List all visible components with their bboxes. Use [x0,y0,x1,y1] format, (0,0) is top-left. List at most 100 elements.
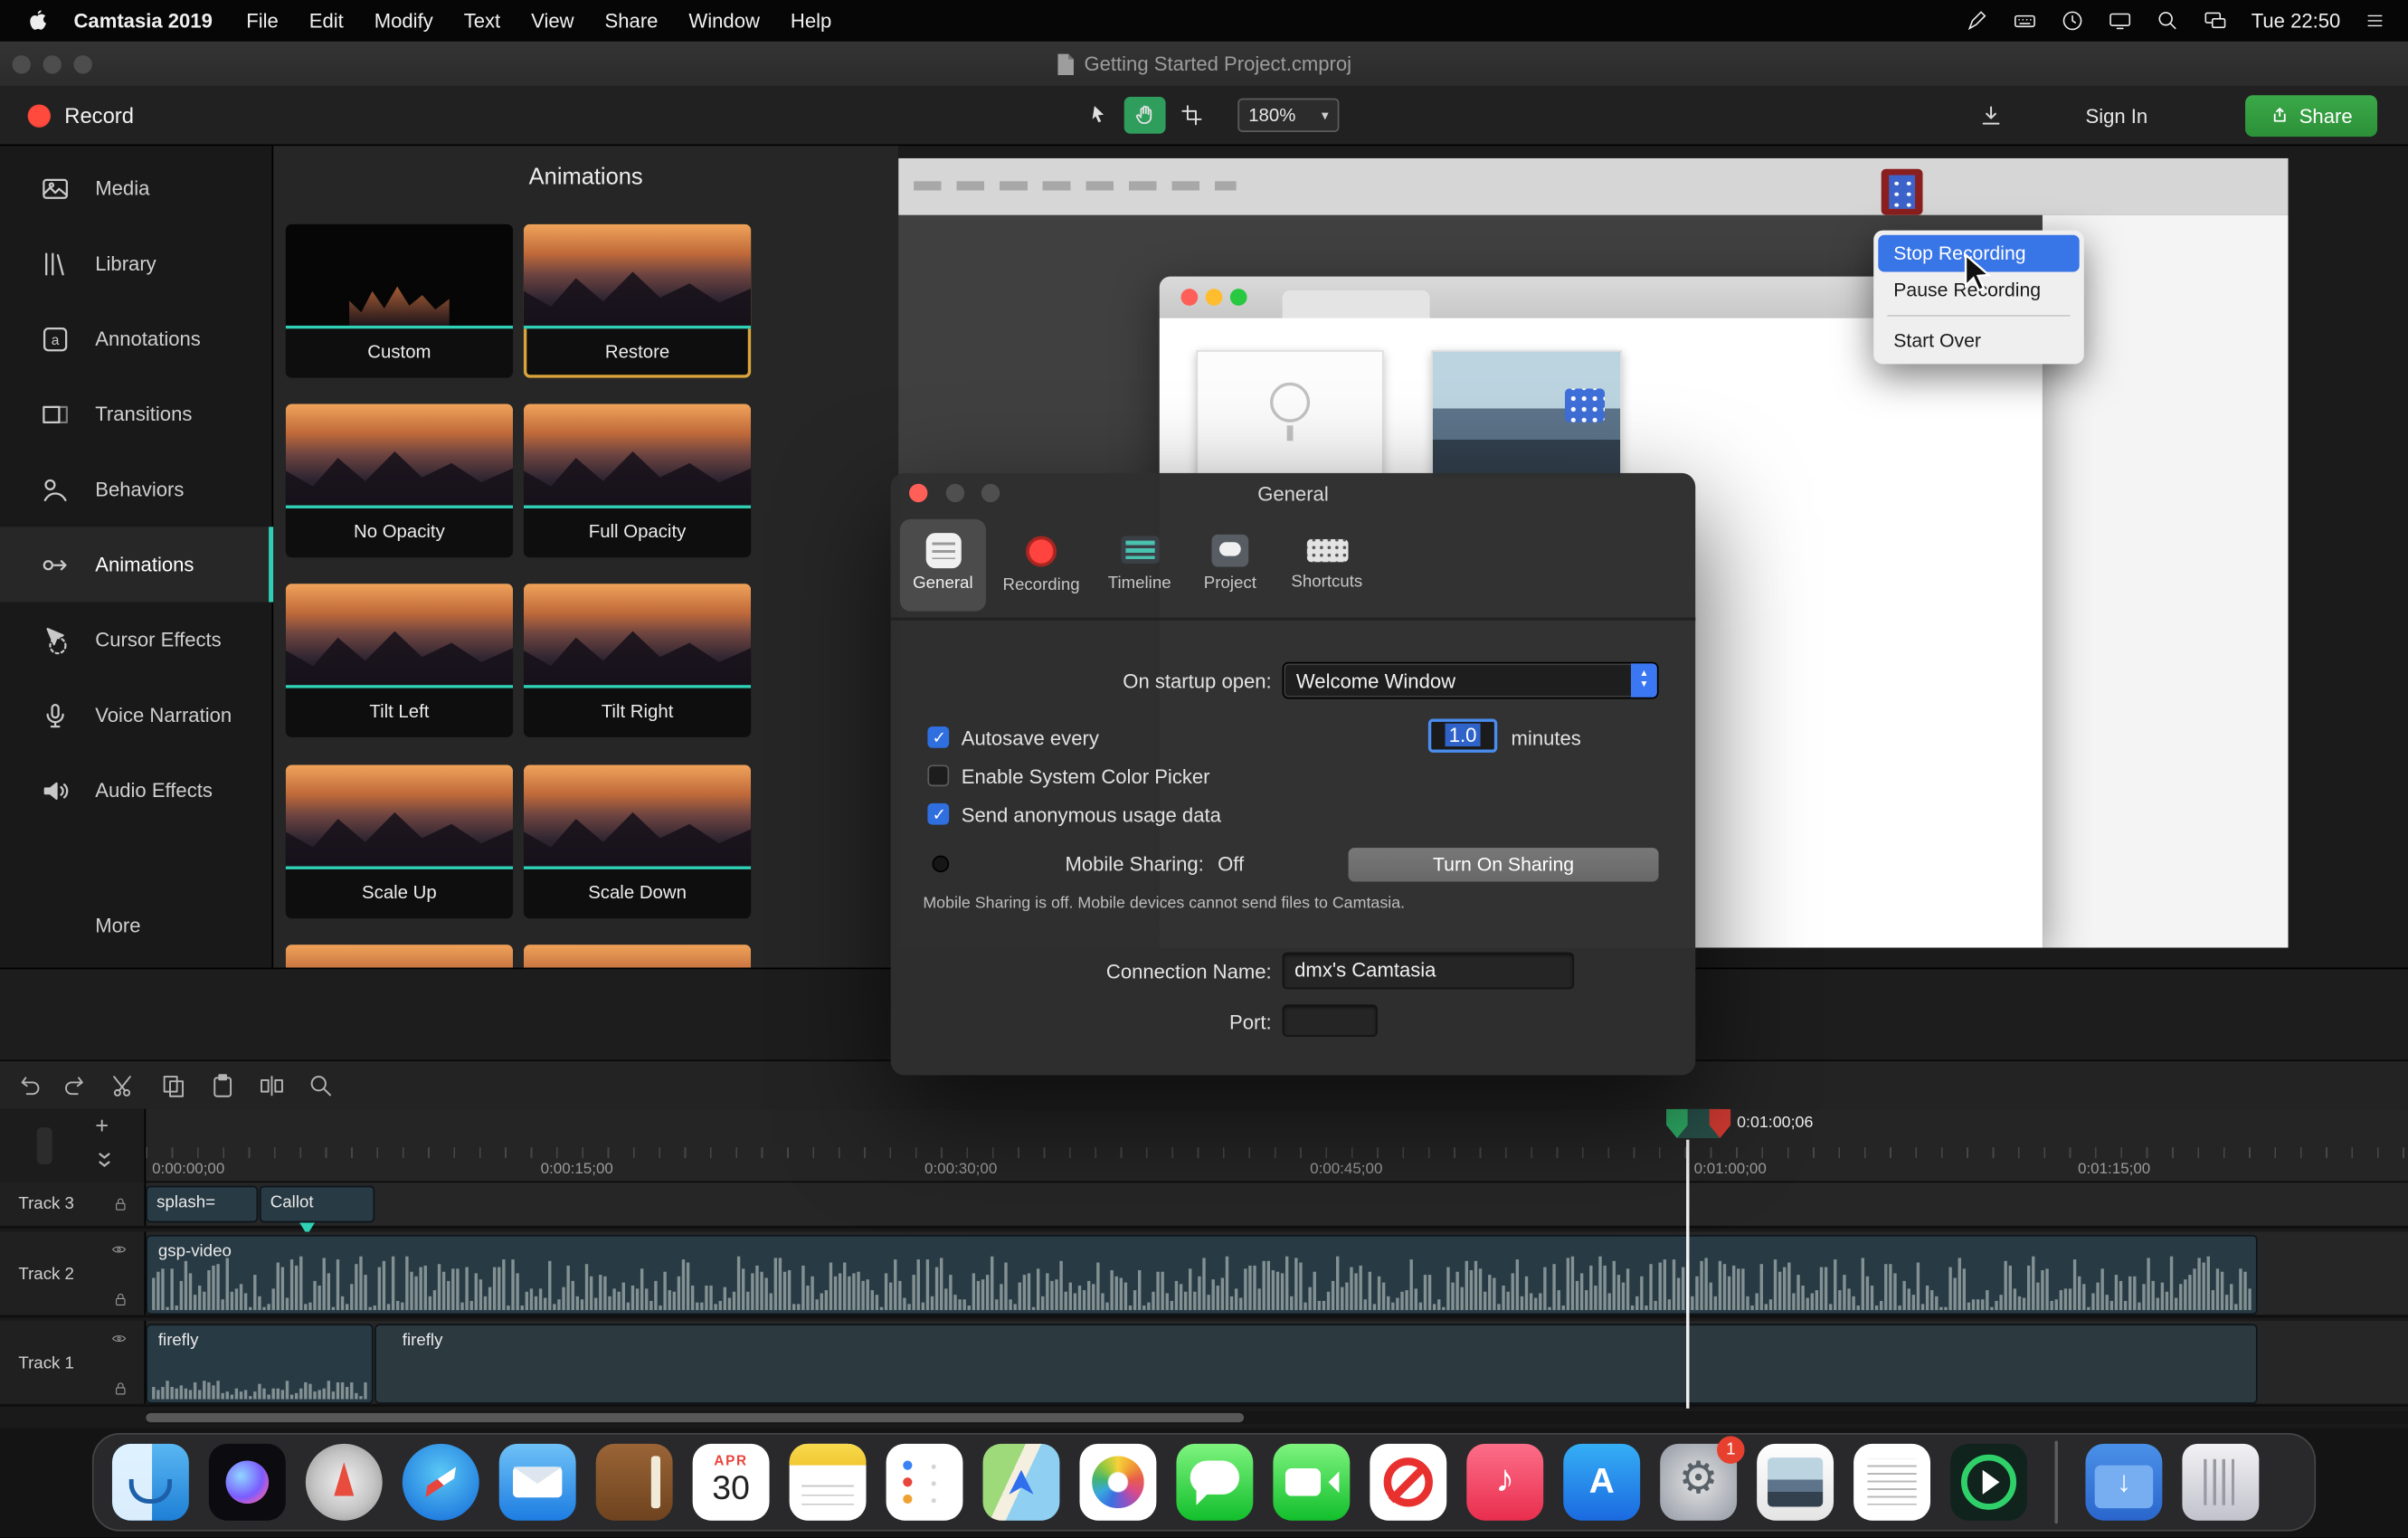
port-input[interactable] [1283,1004,1378,1037]
menu-modify[interactable]: Modify [359,9,449,32]
animation-tile-tilt-left[interactable]: Tilt Left [286,584,513,737]
lock-icon[interactable] [112,1290,129,1308]
animation-tile-tilt-right[interactable]: Tilt Right [524,584,751,737]
sidebar-item-voice-narration[interactable]: Voice Narration [0,678,273,753]
dock-music-icon[interactable] [1466,1444,1543,1521]
animation-tile-scale-down[interactable]: Scale Down [524,764,751,918]
connection-name-input[interactable]: dmx's Camtasia [1283,953,1575,990]
dock-calendar-icon[interactable]: APR30 [693,1444,770,1521]
menubar-clock[interactable]: Tue 22:50 [2252,9,2341,32]
menu-window[interactable]: Window [673,9,774,32]
sign-in-button[interactable]: Sign In [2085,104,2147,127]
animation-tile-custom[interactable]: Custom [286,224,513,378]
autosave-checkbox[interactable] [927,726,949,748]
redo-button[interactable] [62,1072,90,1100]
recording-status-icon[interactable] [1882,169,1923,215]
dock-textedit-icon[interactable] [1853,1444,1930,1521]
menu-edit[interactable]: Edit [294,9,359,32]
sidebar-item-more[interactable]: More [0,902,273,948]
sidebar-item-audio-effects[interactable]: Audio Effects [0,753,273,828]
clip-gsp-video[interactable]: gsp-video [146,1235,2257,1315]
tab-general[interactable]: General [900,519,986,612]
dock-notes-icon[interactable] [790,1444,867,1521]
dock-preview-icon[interactable] [1757,1444,1834,1521]
dock-news-icon[interactable] [1370,1444,1446,1521]
animation-tile-scale-up[interactable]: Scale Up [286,764,513,918]
dock-safari-icon[interactable] [403,1444,479,1521]
export-download-button[interactable] [1970,97,2012,134]
copy-button[interactable] [160,1072,188,1100]
playhead-line[interactable] [1686,1140,1689,1409]
dock-maps-icon[interactable] [983,1444,1060,1521]
dock-dictionary-icon[interactable] [596,1444,673,1521]
animation-tile-no-opacity[interactable]: No Opacity [286,403,513,557]
menu-file[interactable]: File [231,9,294,32]
dock-mail-icon[interactable] [499,1444,576,1521]
search-icon[interactable] [2156,9,2178,32]
lock-icon[interactable] [112,1195,129,1213]
dock-reminders-icon[interactable] [886,1444,963,1521]
stitch-button[interactable] [258,1072,286,1100]
split-scissors-button[interactable] [110,1072,138,1100]
animation-tile-restore[interactable]: Restore [524,224,751,378]
dock-messages-icon[interactable] [1176,1444,1253,1521]
dock-downloads-icon[interactable] [2085,1444,2162,1521]
screen-mirroring-icon[interactable] [2202,9,2228,32]
app-menu-camtasia[interactable]: Camtasia 2019 [62,9,231,32]
notification-center-icon[interactable] [2364,11,2386,31]
dock-siri-icon[interactable] [209,1444,286,1521]
menu-share[interactable]: Share [590,9,674,32]
turn-on-sharing-button[interactable]: Turn On Sharing [1349,848,1659,881]
eye-icon[interactable] [109,1241,129,1258]
clip-firefly-1[interactable]: firefly [146,1324,373,1403]
sidebar-item-annotations[interactable]: aAnnotations [0,301,273,376]
record-icon[interactable] [28,104,51,127]
dock-launchpad-icon[interactable] [306,1444,383,1521]
select-tool-button[interactable] [1078,97,1120,134]
animation-tile-full-opacity[interactable]: Full Opacity [524,403,751,557]
add-track-button[interactable]: + [95,1114,109,1140]
startup-dropdown[interactable]: Welcome Window▲▼ [1283,662,1659,699]
dock-finder-icon[interactable] [112,1444,189,1521]
autosave-minutes-input[interactable]: 1.0 [1428,719,1497,753]
tab-timeline[interactable]: Timeline [1095,519,1183,612]
pan-tool-button[interactable] [1124,97,1166,134]
clip-firefly-2[interactable]: firefly [374,1324,2257,1403]
crop-tool-button[interactable] [1171,97,1212,134]
sidebar-item-transitions[interactable]: Transitions [0,376,273,451]
sidebar-item-media[interactable]: Media [0,150,273,225]
dock-trash-icon[interactable] [2182,1444,2259,1521]
display-status-icon[interactable] [2107,9,2133,32]
menu-help[interactable]: Help [775,9,847,32]
timeline-horizontal-scrollbar[interactable] [146,1411,2408,1424]
sidebar-item-behaviors[interactable]: Behaviors [0,451,273,527]
clip-callout[interactable]: Callot [260,1186,374,1223]
clock-status-icon[interactable] [2061,9,2083,32]
usage-data-checkbox[interactable] [927,803,949,825]
clip-splash[interactable]: splash= [146,1186,258,1223]
animation-tile-partial[interactable] [286,945,513,967]
dock-app-store-icon[interactable] [1563,1444,1640,1521]
scrollbar-thumb[interactable] [146,1413,1244,1422]
zoom-level-select[interactable]: 180%▾ [1237,99,1339,132]
tab-recording[interactable]: Recording [992,519,1091,612]
color-picker-checkbox[interactable] [927,764,949,786]
eye-icon[interactable] [109,1330,129,1347]
apple-menu-icon[interactable] [0,8,62,33]
collapse-tracks-button[interactable] [92,1145,117,1173]
animation-tile-partial[interactable] [524,945,751,967]
track-scroll-handle[interactable] [37,1127,52,1164]
timeline-ruler[interactable]: 0:00:00;00 0:00:15;00 0:00:30;00 0:00:45… [146,1109,2408,1182]
share-button[interactable]: Share [2245,94,2377,136]
undo-button[interactable] [15,1072,43,1100]
menu-text[interactable]: Text [449,9,516,32]
keyboard-status-icon[interactable] [2012,9,2038,32]
paste-button[interactable] [209,1072,237,1100]
dock-camtasia-icon[interactable] [1950,1444,2027,1521]
pen-status-icon[interactable] [1966,9,1988,32]
lock-icon[interactable] [112,1380,129,1398]
dock-facetime-icon[interactable] [1273,1444,1350,1521]
dock-photos-icon[interactable] [1079,1444,1156,1521]
dock-system-preferences-icon[interactable]: 1 [1660,1444,1737,1521]
tab-project[interactable]: Project [1189,519,1272,612]
